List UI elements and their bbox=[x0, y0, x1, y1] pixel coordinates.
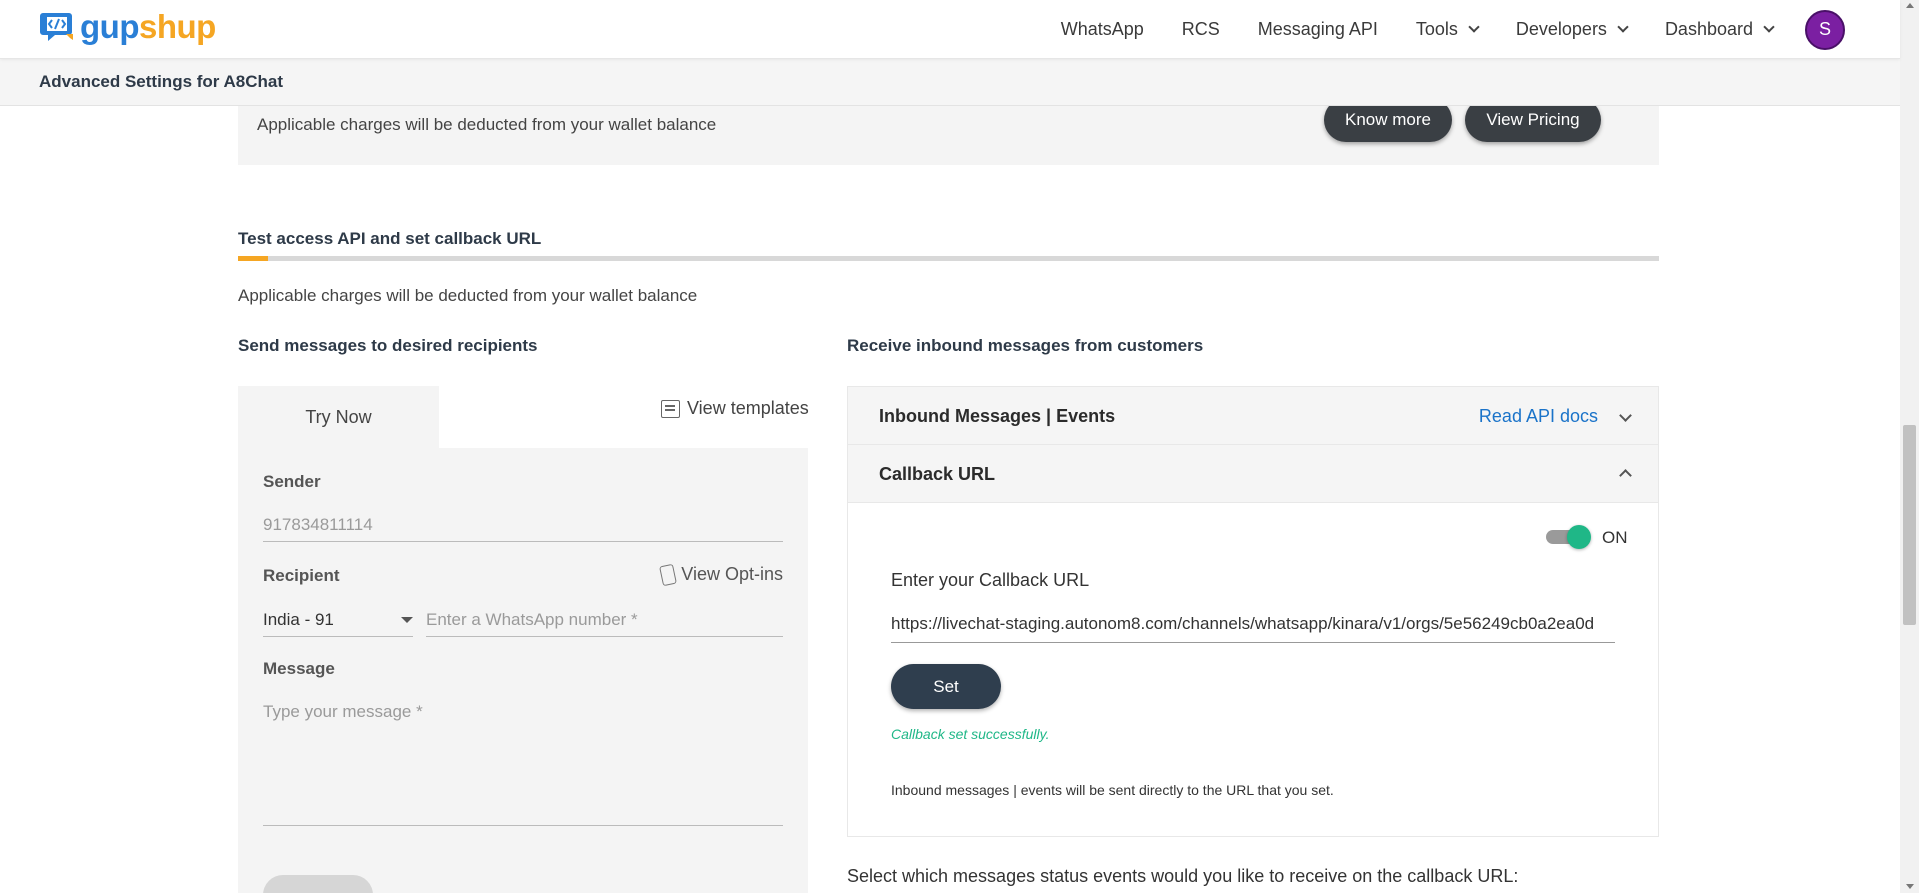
nav-rcs[interactable]: RCS bbox=[1182, 19, 1220, 40]
nav-dashboard[interactable]: Dashboard bbox=[1665, 19, 1775, 40]
whatsapp-number-input[interactable]: Enter a WhatsApp number * bbox=[426, 610, 783, 637]
pricing-banner: Applicable charges will be deducted from… bbox=[238, 98, 1659, 165]
scrollbar-thumb[interactable] bbox=[1903, 425, 1916, 625]
chevron-down-icon bbox=[1468, 21, 1480, 33]
page-scrollbar[interactable] bbox=[1900, 0, 1919, 893]
status-events-question: Select which messages status events woul… bbox=[847, 866, 1519, 886]
banner-text: Applicable charges will be deducted from… bbox=[257, 115, 717, 134]
nav-messaging-api[interactable]: Messaging API bbox=[1258, 19, 1378, 40]
section-note: Applicable charges will be deducted from… bbox=[238, 286, 698, 305]
toggle-knob bbox=[1567, 525, 1591, 549]
receive-column-title: Receive inbound messages from customers bbox=[847, 336, 1204, 355]
nav-developers[interactable]: Developers bbox=[1516, 19, 1629, 40]
page-title: Advanced Settings for A8Chat bbox=[39, 72, 284, 91]
callback-url-title: Callback URL bbox=[879, 464, 996, 484]
send-message-panel: Sender 917834811114 Recipient View Opt-i… bbox=[238, 448, 808, 893]
dropdown-caret-icon bbox=[401, 617, 413, 623]
nav-tools[interactable]: Tools bbox=[1416, 19, 1480, 40]
chevron-up-icon[interactable] bbox=[1619, 469, 1632, 482]
callback-url-input[interactable]: https://livechat-staging.autonom8.com/ch… bbox=[891, 614, 1615, 643]
send-button[interactable] bbox=[263, 875, 373, 893]
scroll-down-arrow-icon[interactable] bbox=[1906, 884, 1914, 889]
country-code-value: India - 91 bbox=[263, 610, 334, 629]
logo-wordmark: gupshup bbox=[80, 8, 216, 45]
tab-try-now[interactable]: Try Now bbox=[238, 386, 439, 448]
view-optins-link[interactable]: View Opt-ins bbox=[659, 563, 783, 586]
set-callback-button[interactable]: Set bbox=[891, 664, 1001, 709]
callback-url-label: Enter your Callback URL bbox=[891, 570, 1090, 590]
section-progress-bar bbox=[238, 256, 1659, 261]
callback-info-text: Inbound messages | events will be sent d… bbox=[891, 782, 1334, 798]
read-api-docs-link[interactable]: Read API docs bbox=[1479, 406, 1598, 427]
sender-label: Sender bbox=[263, 472, 321, 491]
section-title: Test access API and set callback URL bbox=[238, 229, 542, 248]
nav-links: WhatsApp RCS Messaging API Tools Develop… bbox=[1023, 0, 1845, 59]
message-label: Message bbox=[263, 659, 335, 678]
templates-icon bbox=[661, 399, 680, 418]
chevron-down-icon bbox=[1763, 21, 1775, 33]
view-templates-link[interactable]: View templates bbox=[661, 398, 809, 419]
inbound-accordion: Inbound Messages | Events Read API docs … bbox=[847, 386, 1659, 837]
callback-success-message: Callback set successfully. bbox=[891, 726, 1050, 742]
section-accent bbox=[238, 256, 268, 261]
scroll-up-arrow-icon[interactable] bbox=[1906, 3, 1914, 8]
toggle-state-label: ON bbox=[1602, 528, 1628, 547]
chevron-down-icon bbox=[1617, 21, 1629, 33]
message-textarea[interactable]: Type your message * bbox=[263, 702, 783, 826]
callback-url-header[interactable]: Callback URL bbox=[848, 445, 1658, 503]
view-optins-label: View Opt-ins bbox=[681, 564, 783, 584]
inbound-events-header[interactable]: Inbound Messages | Events Read API docs bbox=[848, 387, 1658, 445]
send-column-title: Send messages to desired recipients bbox=[238, 336, 538, 355]
chat-code-icon bbox=[40, 10, 76, 44]
user-avatar[interactable]: S bbox=[1805, 9, 1845, 50]
top-navigation: gupshup WhatsApp RCS Messaging API Tools… bbox=[0, 0, 1900, 59]
phone-icon bbox=[659, 563, 678, 586]
country-code-select[interactable]: India - 91 bbox=[263, 610, 413, 637]
sender-field: 917834811114 bbox=[263, 515, 783, 542]
gupshup-logo[interactable]: gupshup bbox=[40, 9, 216, 45]
view-templates-label: View templates bbox=[687, 398, 809, 418]
chevron-down-icon[interactable] bbox=[1619, 409, 1632, 422]
recipient-label: Recipient bbox=[263, 566, 340, 585]
callback-toggle[interactable] bbox=[1546, 525, 1591, 549]
nav-whatsapp[interactable]: WhatsApp bbox=[1061, 19, 1144, 40]
settings-bar: Advanced Settings for A8Chat bbox=[0, 59, 1900, 106]
inbound-events-title: Inbound Messages | Events bbox=[879, 406, 1116, 426]
